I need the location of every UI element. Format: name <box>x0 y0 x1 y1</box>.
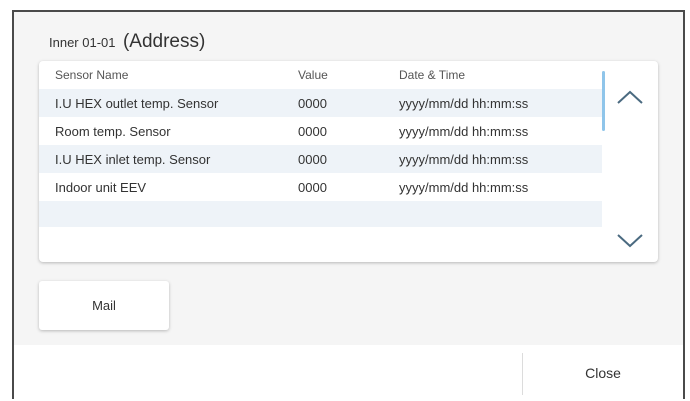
sensor-value-cell: 0000 <box>298 96 327 111</box>
dialog-footer: Close <box>14 345 683 401</box>
sensor-name-cell: Room temp. Sensor <box>55 124 171 139</box>
dialog-title: Inner 01-01 (Address) <box>49 31 205 53</box>
chevron-up-icon <box>617 90 643 104</box>
scroll-down-button[interactable] <box>613 229 647 253</box>
sensor-datetime-cell: yyyy/mm/dd hh:mm:ss <box>399 152 529 167</box>
column-header-sensor-name: Sensor Name <box>55 68 129 82</box>
dialog-title-unit: Inner 01-01 <box>49 35 116 50</box>
table-header-row: Sensor Name Value Date & Time <box>39 61 602 89</box>
mail-button[interactable]: Mail <box>39 281 169 330</box>
sensor-datetime-cell: yyyy/mm/dd hh:mm:ss <box>399 124 529 139</box>
sensor-table-panel: Sensor Name Value Date & Time I.U HEX ou… <box>39 61 658 262</box>
sensor-name-cell: Indoor unit EEV <box>55 180 147 195</box>
table-row[interactable]: Room temp. Sensor 0000 yyyy/mm/dd hh:mm:… <box>39 117 602 145</box>
table-row[interactable]: I.U HEX outlet temp. Sensor 0000 yyyy/mm… <box>39 89 602 117</box>
table-row-empty <box>39 227 602 253</box>
column-header-date-time: Date & Time <box>399 68 466 82</box>
dialog-title-address: (Address) <box>122 31 206 52</box>
close-button[interactable]: Close <box>523 345 683 401</box>
sensor-datetime-cell: yyyy/mm/dd hh:mm:ss <box>399 96 529 111</box>
sensor-table: Sensor Name Value Date & Time I.U HEX ou… <box>39 61 602 253</box>
table-row[interactable]: I.U HEX inlet temp. Sensor 0000 yyyy/mm/… <box>39 145 602 173</box>
sensor-datetime-cell: yyyy/mm/dd hh:mm:ss <box>399 180 529 195</box>
sensor-value-cell: 0000 <box>298 124 327 139</box>
table-scrollbar[interactable] <box>602 71 605 131</box>
sensor-value-cell: 0000 <box>298 152 327 167</box>
sensor-name-cell: I.U HEX inlet temp. Sensor <box>55 152 211 167</box>
chevron-down-icon <box>617 234 643 248</box>
table-row[interactable]: Indoor unit EEV 0000 yyyy/mm/dd hh:mm:ss <box>39 173 602 201</box>
column-header-value: Value <box>298 68 328 82</box>
scroll-up-button[interactable] <box>613 85 647 109</box>
sensor-dialog: Inner 01-01 (Address) Sensor Name Value … <box>12 10 685 401</box>
table-row-empty <box>39 201 602 227</box>
sensor-name-cell: I.U HEX outlet temp. Sensor <box>55 96 219 111</box>
sensor-value-cell: 0000 <box>298 180 327 195</box>
